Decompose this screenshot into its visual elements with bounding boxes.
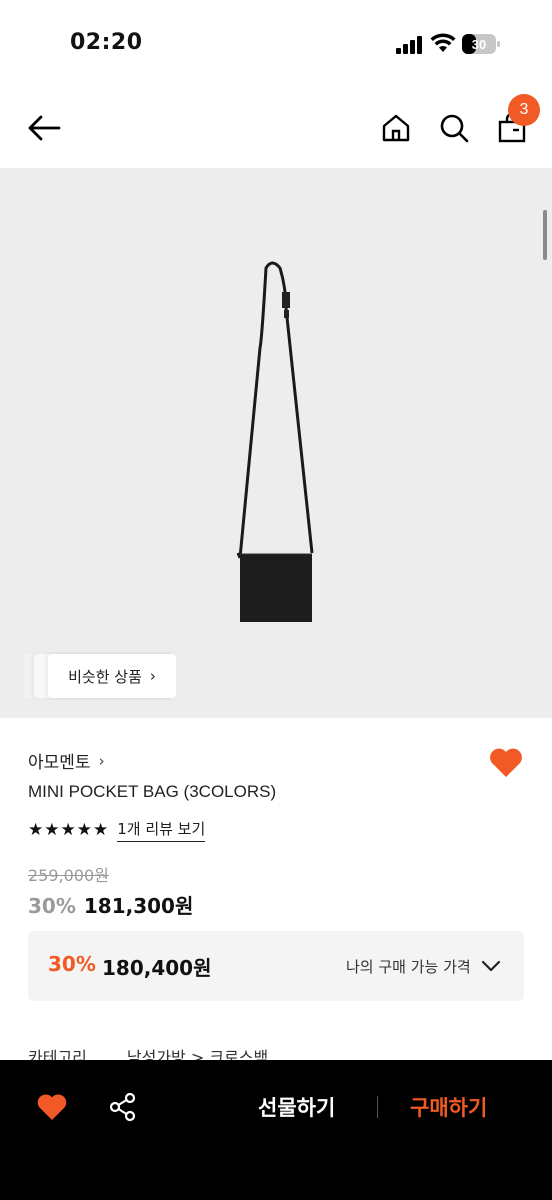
chevron-down-icon [481,960,501,972]
heart-icon[interactable] [488,746,524,778]
wifi-icon [430,33,456,52]
product-image[interactable]: 비슷한 상품 › [0,168,552,718]
status-bar: 02:20 30 [0,0,552,88]
back-button[interactable] [24,108,64,148]
divider [377,1096,378,1118]
search-button[interactable] [434,108,474,148]
chevron-right-icon: › [98,751,105,770]
cart-count-badge: 3 [508,94,540,126]
product-name: MINI POCKET BAG (3COLORS) [28,782,277,801]
sale-price-row: 30% 181,300원 [28,890,193,919]
brand-name: 아모멘토 [28,753,91,773]
status-time: 02:20 [70,30,143,55]
share-icon[interactable] [108,1092,138,1122]
back-arrow-icon [28,115,61,141]
my-price-value: 180,400원 [102,956,212,980]
my-price-percent: 30% [48,952,96,976]
home-icon [382,114,410,142]
chevron-right-icon: › [149,667,156,685]
sale-price: 181,300원 [83,894,194,918]
scroll-indicator [543,210,547,260]
wishlist-heart-icon[interactable] [36,1092,68,1122]
top-nav: 3 [0,88,552,168]
original-price: 259,000원 [28,866,109,885]
my-price-box[interactable]: 30% 180,400원 나의 구매 가능 가격 [28,931,524,1001]
similar-products-button[interactable]: 비슷한 상품 › [48,654,176,698]
rating-row: ★★★★★ 1개 리뷰 보기 [28,818,206,842]
battery-icon: 30 [462,34,500,54]
signal-icon [396,36,424,54]
gift-button[interactable]: 선물하기 [258,1092,335,1122]
star-rating: ★★★★★ [28,820,110,840]
review-link[interactable]: 1개 리뷰 보기 [117,818,206,842]
product-bag-image [236,261,314,622]
search-icon [440,114,469,143]
home-button[interactable] [376,108,416,148]
buy-button[interactable]: 구매하기 [410,1092,487,1122]
battery-level: 30 [472,37,486,52]
my-price-label: 나의 구매 가능 가격 [346,958,471,976]
brand-link[interactable]: 아모멘토 › [28,748,105,774]
similar-products-label: 비슷한 상품 [68,667,142,686]
bottom-action-bar: 선물하기 구매하기 [0,1060,552,1200]
sale-percent: 30% [28,894,76,918]
